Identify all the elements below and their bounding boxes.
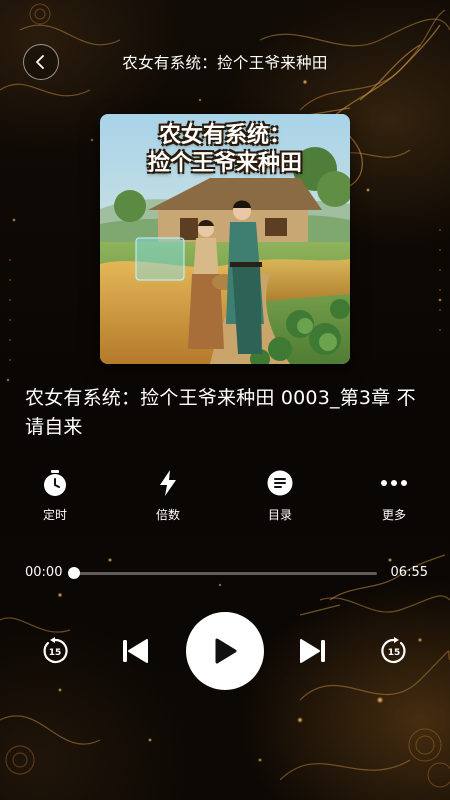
speed-bolt-icon	[160, 470, 176, 496]
timer-button[interactable]: 定时	[15, 468, 95, 523]
seek-track[interactable]	[74, 572, 377, 575]
play-icon	[215, 638, 237, 664]
forward-15-icon: 15	[381, 637, 406, 664]
track-title: 农女有系统：捡个王爷来种田 0003_第3章 不请自来	[25, 387, 416, 438]
timer-icon	[44, 470, 66, 496]
previous-button[interactable]	[120, 638, 150, 664]
rewind-15-button[interactable]: 15	[40, 636, 70, 666]
more-label: 更多	[381, 508, 406, 522]
forward-15-button[interactable]: 15	[379, 636, 409, 666]
forward-seconds: 15	[388, 648, 401, 658]
more-button[interactable]: 更多	[354, 468, 434, 523]
rewind-15-icon: 15	[43, 637, 68, 664]
progress-bar: 00:00 06:55	[0, 560, 450, 588]
cover-title-line2: 捡个王爷来种田	[147, 151, 302, 176]
cover-title-line1: 农女有系统：	[158, 123, 291, 148]
next-button[interactable]	[298, 638, 328, 664]
playback-controls: 15 15	[0, 612, 450, 690]
header: 农女有系统：捡个王爷来种田	[0, 44, 450, 80]
list-icon	[267, 470, 293, 496]
speed-label: 倍数	[155, 508, 180, 522]
skip-previous-icon	[123, 639, 148, 663]
skip-next-icon	[300, 639, 325, 663]
rewind-seconds: 15	[49, 648, 62, 658]
current-time: 00:00	[25, 565, 63, 580]
duration-time: 06:55	[390, 565, 428, 580]
catalog-label: 目录	[267, 508, 292, 522]
catalog-button[interactable]: 目录	[240, 468, 320, 523]
action-bar: 定时 倍数 目录 更多	[0, 468, 450, 528]
seek-handle[interactable]	[68, 567, 80, 579]
album-cover: 农女有系统： 捡个王爷来种田	[100, 114, 350, 364]
timer-label: 定时	[42, 508, 67, 522]
page-title: 农女有系统：捡个王爷来种田	[122, 54, 328, 72]
speed-button[interactable]: 倍数	[128, 468, 208, 523]
play-button[interactable]	[186, 612, 264, 690]
more-dots-icon	[381, 480, 407, 486]
